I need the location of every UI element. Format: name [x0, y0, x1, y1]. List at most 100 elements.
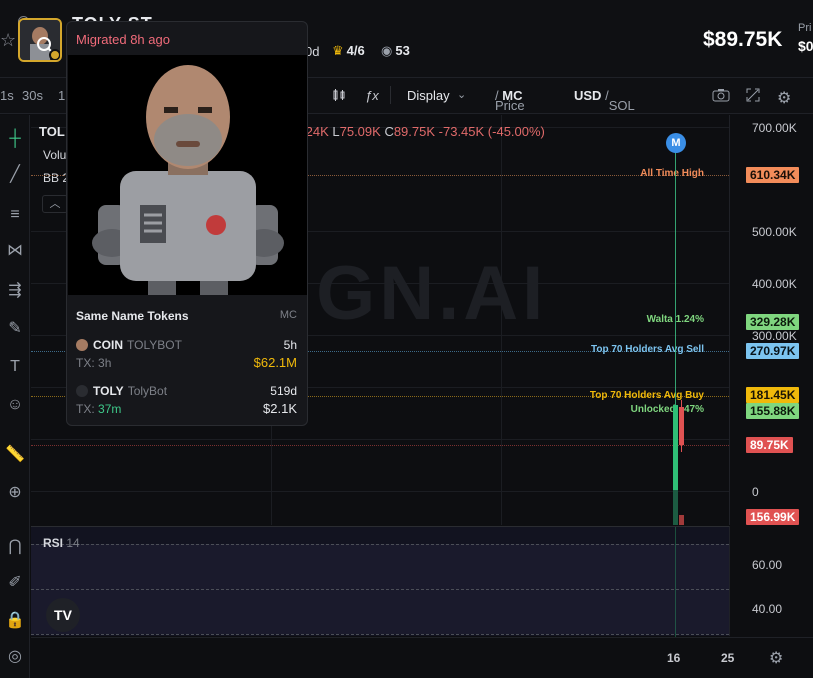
eye-icon: ◉	[381, 43, 393, 58]
token-row-title[interactable]: COIN TOLYBOT	[76, 338, 182, 352]
timeframe-1[interactable]: 1	[58, 88, 65, 103]
pattern-icon[interactable]: ⋈	[3, 239, 27, 263]
collapse-legend-button[interactable]: ︿	[42, 195, 68, 213]
price-column: Pri $0	[798, 22, 813, 54]
token-info-popover: Migrated 8h ago Same Name Tokens MC COIN…	[66, 21, 308, 426]
tx-value: 37m	[98, 402, 122, 416]
price-axis[interactable]: 700.00K 610.34K 500.00K 400.00K 329.28K …	[729, 115, 813, 525]
projection-icon[interactable]: ⇶	[3, 279, 27, 303]
viewer-count: 53	[395, 43, 410, 58]
camera-icon[interactable]	[712, 88, 730, 106]
unlocked-label: Unlocked...47%	[630, 404, 704, 415]
top70-buy-badge: 181.45K	[746, 387, 800, 403]
magnet-icon[interactable]: ⋂	[3, 535, 27, 559]
grid-line	[31, 439, 729, 440]
price-column-label: Pri	[798, 22, 812, 34]
current-price: $89.75K	[703, 28, 783, 51]
usd-toggle-label[interactable]: USD	[574, 88, 601, 103]
viewers-stat: ◉ 53	[381, 43, 410, 59]
favorite-star-icon[interactable]: ☆	[0, 30, 16, 51]
ath-label: All Time High	[640, 168, 704, 179]
drawing-tools-sidebar: ┼ ╱ ≡ ⋈ ⇶ ✎ T ☺ 📏 ⊕ ⋂ ✐ 🔒 ◎	[0, 115, 30, 678]
fullscreen-icon[interactable]	[746, 88, 760, 106]
x-tick: 25	[721, 651, 735, 665]
tx-value: 3h	[98, 356, 112, 370]
tx-label: TX:	[76, 356, 95, 370]
token-row-symbol: TOLY	[93, 384, 124, 398]
display-dropdown[interactable]: Display	[407, 88, 450, 103]
zoom-in-icon[interactable]: ⊕	[3, 481, 27, 505]
rsi-label[interactable]: RSI 14	[43, 536, 80, 550]
top70-buy-label: Top 70 Holders Avg Buy	[589, 390, 704, 401]
token-row-tx: TX: 37m	[76, 402, 121, 416]
migrated-status: Migrated 8h ago	[76, 32, 170, 47]
token-image	[68, 55, 307, 295]
unlocked-badge: 155.88K	[746, 403, 800, 419]
pump-badge-icon	[49, 49, 60, 60]
settings-gear-icon[interactable]: ⚙	[777, 88, 791, 108]
candlestick-icon[interactable]	[332, 88, 346, 105]
token-row-age: 5h	[283, 338, 297, 352]
token-row-symbol: COIN	[93, 338, 123, 352]
rsi-upper-line	[31, 544, 729, 545]
volume-bar	[673, 490, 678, 525]
emoji-icon[interactable]: ☺	[3, 393, 27, 417]
current-price-badge: 89.75K	[746, 437, 793, 453]
price-toggle-label[interactable]: Price	[495, 98, 525, 113]
indicators-fx-button[interactable]: ƒx	[365, 88, 379, 103]
tx-label: TX:	[76, 402, 95, 416]
price-mc-toggle[interactable]: Price / MC	[495, 88, 525, 113]
legend-low-key: L	[332, 124, 340, 139]
token-row-mc: $62.1M	[253, 355, 297, 370]
token-row-name: TOLYBOT	[127, 338, 182, 352]
volume-label[interactable]: Volu	[43, 148, 66, 162]
legend-change: -73.45K (-45.00%)	[438, 124, 545, 139]
timeframe-1s[interactable]: 1s	[0, 88, 14, 103]
token-row-name: TolyBot	[127, 384, 168, 398]
y-tick: 300.00K	[752, 329, 797, 343]
rsi-pane[interactable]: RSI 14 TV	[31, 526, 729, 637]
crosshair-icon[interactable]: ┼	[3, 127, 27, 151]
migration-m-badge[interactable]: M	[666, 133, 686, 153]
token-icon	[76, 339, 88, 351]
rsi-period: 14	[66, 536, 80, 550]
brush-icon[interactable]: ✎	[3, 317, 27, 341]
top70-sell-badge: 270.97K	[746, 343, 800, 359]
timeframe-30s[interactable]: 30s	[22, 88, 43, 103]
legend-close-key: C	[384, 124, 394, 139]
volume-badge: 156.99K	[746, 509, 800, 525]
token-avatar[interactable]	[18, 18, 62, 62]
walta-label: Walta 1.24%	[646, 314, 704, 325]
token-row-age: 519d	[270, 384, 297, 398]
lock-icon[interactable]: 🔒	[3, 609, 27, 633]
currency-toggle[interactable]: USD / SOL	[574, 88, 635, 113]
lock-drawing-icon[interactable]: ✐	[3, 571, 27, 595]
fib-lines-icon[interactable]: ≡	[3, 203, 27, 227]
ruler-icon[interactable]: 📏	[3, 443, 27, 467]
token-row-title[interactable]: TOLY TolyBot	[76, 384, 167, 398]
rsi-tick: 40.00	[752, 602, 783, 616]
crown-icon: ♛	[332, 43, 344, 58]
toolbar-divider	[390, 86, 391, 104]
tradingview-logo[interactable]: TV	[46, 598, 80, 632]
sol-toggle-label[interactable]: SOL	[609, 98, 635, 113]
token-row-tx: TX: 3h	[76, 356, 111, 370]
token-icon	[76, 385, 88, 397]
trendline-icon[interactable]: ╱	[3, 163, 27, 187]
y-tick: 700.00K	[752, 121, 797, 135]
visibility-eye-icon[interactable]: ◎	[3, 645, 27, 669]
rsi-axis[interactable]: 60.00 40.00	[729, 526, 813, 636]
x-tick: 16	[667, 651, 681, 665]
time-axis[interactable]: 16 25 ⚙	[31, 637, 813, 678]
rsi-name: RSI	[43, 536, 64, 550]
watermark: IGN.AI	[291, 251, 548, 336]
chevron-down-icon[interactable]: ⌄	[457, 88, 466, 101]
y-tick: 400.00K	[752, 277, 797, 291]
red-candle	[679, 407, 684, 445]
legend-symbol: TOL	[39, 124, 65, 139]
axis-settings-icon[interactable]: ⚙	[769, 648, 783, 668]
text-tool-icon[interactable]: T	[3, 355, 27, 379]
walta-badge: 329.28K	[746, 314, 800, 330]
current-price-line	[31, 445, 729, 446]
grid-line	[31, 491, 729, 492]
